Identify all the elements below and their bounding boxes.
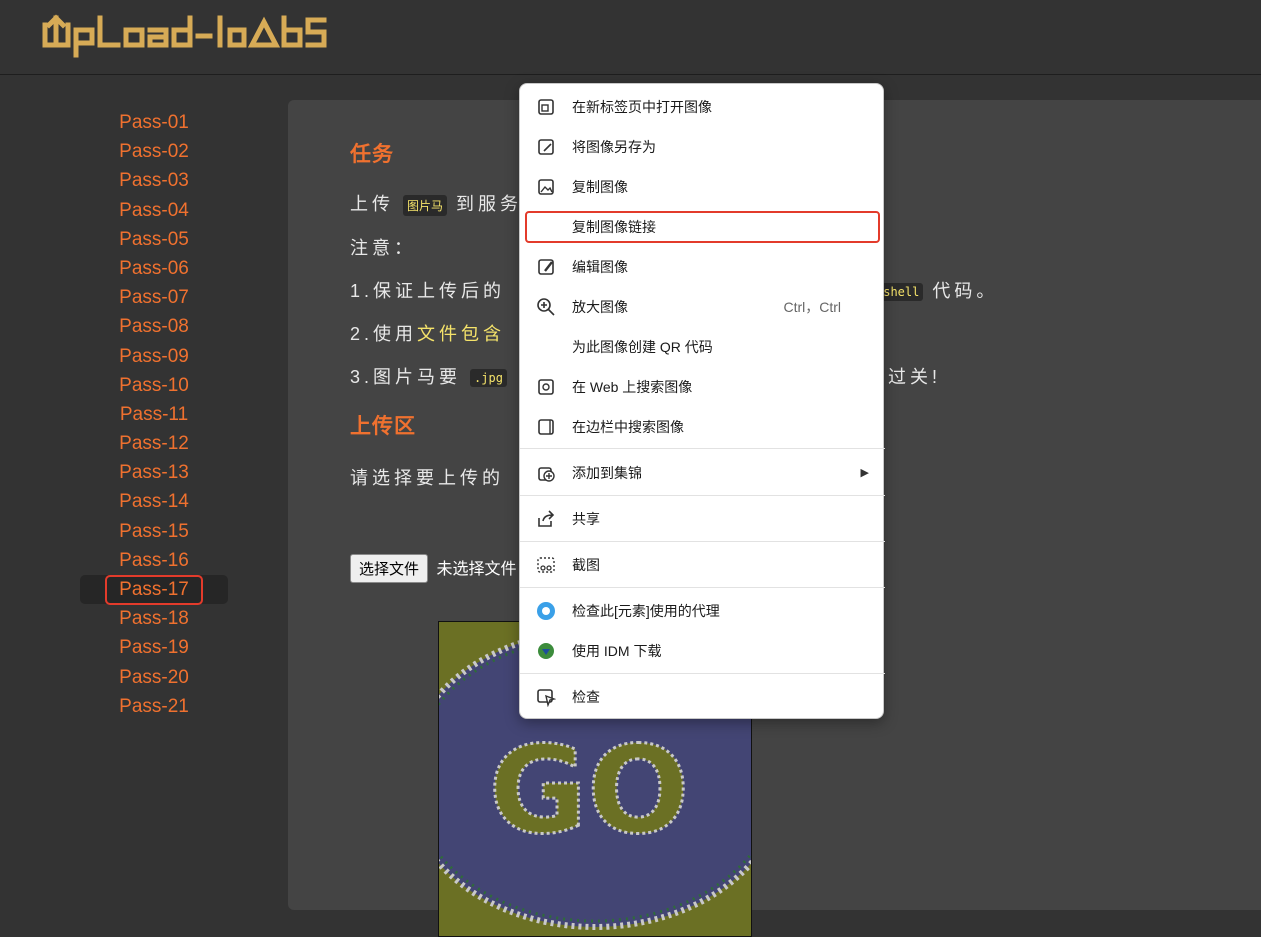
- zoom-in-icon: [537, 298, 555, 316]
- menu-separator: [520, 587, 885, 588]
- menu-item-label: 编辑图像: [572, 259, 628, 275]
- sidebar-item-pass-02[interactable]: Pass-02: [80, 137, 228, 166]
- menu-item-6[interactable]: 放大图像 Ctrl，Ctrl: [520, 287, 885, 327]
- menu-item-11[interactable]: 共享: [520, 499, 885, 539]
- menu-item-15[interactable]: 检查: [520, 677, 885, 717]
- inline-code: 图片马: [403, 194, 448, 216]
- sidebar-item-pass-17[interactable]: Pass-17: [80, 575, 228, 605]
- sidebar-item-pass-12[interactable]: Pass-12: [80, 429, 228, 458]
- proxy-check-icon: [537, 602, 555, 620]
- web-search-image-icon: [538, 379, 554, 395]
- menu-item-label: 添加到集锦: [572, 465, 642, 481]
- sidebar-nav: Pass-01 Pass-02 Pass-03 Pass-04 Pass-05 Pass-…: [80, 108, 228, 721]
- sidebar-item-pass-09[interactable]: Pass-09: [80, 342, 228, 371]
- inline-code: .jpg: [470, 369, 507, 388]
- sidebar-item-pass-01[interactable]: Pass-01: [80, 108, 228, 137]
- file-input[interactable]: 选择文件 未选择文件: [350, 554, 516, 583]
- task-item-1: 1.保证上传后的: [350, 281, 506, 301]
- menu-item-4[interactable]: 复制图像链接: [520, 207, 885, 247]
- menu-item-label: 复制图像链接: [572, 219, 656, 235]
- task-item-2: 2.使用文件包含: [350, 324, 506, 344]
- share-icon: [538, 510, 555, 527]
- sidebar-item-pass-11[interactable]: Pass-11: [80, 400, 228, 429]
- sidebar-item-pass-05[interactable]: Pass-05: [80, 225, 228, 254]
- sidebar-item-pass-19[interactable]: Pass-19: [80, 633, 228, 662]
- edit-image-icon: [538, 259, 554, 275]
- task-item-3: 3.图片马要 .jpg: [350, 363, 507, 389]
- sidebar-item-pass-10[interactable]: Pass-10: [80, 371, 228, 400]
- task-item-3-tail: 过关!: [888, 367, 942, 387]
- menu-item-7[interactable]: 为此图像创建 QR 代码: [520, 327, 885, 367]
- upload-heading: 上传区: [350, 415, 416, 438]
- highlight-text: 文件包含: [417, 324, 506, 344]
- menu-separator: [520, 541, 885, 542]
- menu-item-label: 使用 IDM 下载: [572, 643, 662, 659]
- no-file-label: 未选择文件: [436, 561, 517, 578]
- menu-item-5[interactable]: 编辑图像: [520, 247, 885, 287]
- menu-item-9[interactable]: 在边栏中搜索图像: [520, 407, 885, 447]
- sidebar-item-pass-04[interactable]: Pass-04: [80, 196, 228, 225]
- top-header: [0, 0, 1261, 75]
- sidebar-item-pass-06[interactable]: Pass-06: [80, 254, 228, 283]
- menu-separator: [520, 673, 885, 674]
- menu-item-2[interactable]: 将图像另存为: [520, 127, 885, 167]
- logo: [42, 14, 327, 58]
- open-new-tab-icon: [538, 99, 554, 115]
- menu-item-label: 共享: [572, 511, 600, 527]
- menu-item-label: 检查: [572, 689, 600, 705]
- context-menu: 在新标签页中打开图像 将图像另存为 复制图像复制图像链接 编辑图像放大图像 Ctrl，C…: [519, 83, 885, 719]
- sidebar-item-pass-18[interactable]: Pass-18: [80, 604, 228, 633]
- menu-item-3[interactable]: 复制图像: [520, 167, 885, 207]
- sidebar-item-pass-07[interactable]: Pass-07: [80, 283, 228, 312]
- menu-item-13[interactable]: 检查此[元素]使用的代理: [520, 591, 885, 631]
- menu-item-label: 在新标签页中打开图像: [572, 99, 712, 115]
- upload-prompt: 请选择要上传的: [350, 468, 504, 488]
- choose-file-button[interactable]: 选择文件: [350, 554, 429, 583]
- sidebar-item-pass-16[interactable]: Pass-16: [80, 546, 228, 575]
- task-line-1: 上传 图片马 到服务: [350, 194, 523, 216]
- sidebar-item-pass-13[interactable]: Pass-13: [80, 458, 228, 487]
- menu-item-8[interactable]: 在 Web 上搜索图像: [520, 367, 885, 407]
- screenshot-icon: [537, 557, 555, 573]
- menu-item-label: 将图像另存为: [572, 139, 656, 155]
- save-image-icon: [538, 139, 554, 155]
- collections-icon: [538, 467, 555, 482]
- menu-item-label: 为此图像创建 QR 代码: [572, 339, 713, 355]
- menu-item-14[interactable]: 使用 IDM 下载: [520, 631, 885, 671]
- menu-shortcut: Ctrl，Ctrl: [783, 299, 841, 315]
- copy-image-icon: [538, 179, 554, 195]
- task-heading: 任务: [350, 143, 394, 166]
- menu-separator: [520, 448, 885, 449]
- sidebar-item-pass-14[interactable]: Pass-14: [80, 487, 228, 516]
- menu-item-10[interactable]: 添加到集锦 ▶: [520, 453, 885, 493]
- menu-separator: [520, 495, 885, 496]
- sidebar-item-pass-20[interactable]: Pass-20: [80, 663, 228, 692]
- menu-item-label: 在 Web 上搜索图像: [572, 379, 693, 395]
- preview-text: GO: [489, 722, 690, 861]
- menu-item-label: 放大图像: [572, 299, 628, 315]
- task-item-1-tail: oshell 代码。: [872, 277, 998, 303]
- sidebar-item-pass-21[interactable]: Pass-21: [80, 692, 228, 721]
- sidebar-item-pass-15[interactable]: Pass-15: [80, 517, 228, 546]
- inspect-icon: [537, 689, 556, 707]
- menu-item-label: 检查此[元素]使用的代理: [572, 603, 720, 619]
- sidebar-item-pass-03[interactable]: Pass-03: [80, 166, 228, 195]
- menu-item-label: 截图: [572, 557, 600, 573]
- submenu-arrow-icon: ▶: [860, 467, 869, 479]
- menu-item-label: 复制图像: [572, 179, 628, 195]
- menu-item-12[interactable]: 截图: [520, 545, 885, 585]
- sidebar-search-icon: [538, 419, 554, 435]
- menu-item-1[interactable]: 在新标签页中打开图像: [520, 87, 885, 127]
- menu-item-label: 在边栏中搜索图像: [572, 419, 684, 435]
- idm-icon: [538, 643, 554, 659]
- sidebar-item-pass-08[interactable]: Pass-08: [80, 312, 228, 341]
- task-note: 注意：: [350, 238, 416, 258]
